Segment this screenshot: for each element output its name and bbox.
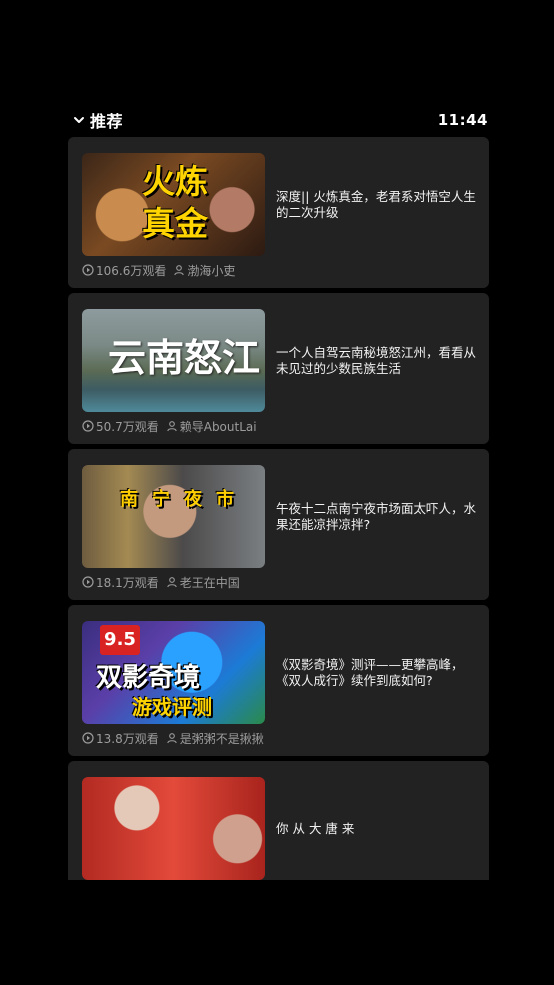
user-icon [166, 421, 177, 432]
video-thumbnail: 火炼真金 [82, 153, 265, 256]
play-count-icon [82, 420, 94, 432]
view-count: 18.1万观看 [96, 575, 159, 590]
user-icon [166, 733, 177, 744]
screen: 推荐 11:44 火炼真金 深度|| 火炼真金，老君系对悟空人生的二次升级 10… [0, 0, 554, 985]
chevron-down-icon [74, 117, 84, 123]
video-meta: 13.8万观看 是粥粥不是揪揪 [82, 730, 264, 746]
feed-title: 推荐 [90, 112, 124, 131]
video-list[interactable]: 火炼真金 深度|| 火炼真金，老君系对悟空人生的二次升级 106.6万观看 渤海… [68, 137, 489, 880]
view-count: 50.7万观看 [96, 419, 159, 434]
video-thumbnail: 9.5 双影奇境 游戏评测 [82, 621, 265, 724]
thumbnail-text: 云南怒江 [108, 335, 261, 380]
user-icon [174, 265, 185, 276]
view-count: 13.8万观看 [96, 731, 159, 746]
video-meta: 50.7万观看 赖导AboutLai [82, 418, 257, 434]
user-icon [166, 577, 177, 588]
play-count-icon [82, 576, 94, 588]
video-title: 一个人自驾云南秘境怒江州，看看从未见过的少数民族生活 [276, 344, 477, 376]
author-name[interactable]: 老王在中国 [180, 574, 240, 591]
video-card[interactable]: 你 从 大 唐 来 [68, 761, 489, 880]
play-count-icon [82, 732, 94, 744]
author-name[interactable]: 渤海小吏 [187, 262, 235, 279]
thumbnail-text: 火炼真金 [142, 162, 208, 243]
thumbnail-text: 南宁夜市 [120, 489, 248, 510]
thumbnail-score: 9.5 [100, 625, 140, 655]
video-card[interactable]: 9.5 双影奇境 游戏评测 《双影奇境》测评——更攀高峰，《双人成行》续作到底如… [68, 605, 489, 756]
video-thumbnail: 云南怒江 [82, 309, 265, 412]
video-thumbnail [82, 777, 265, 880]
feed-selector[interactable]: 推荐 [72, 108, 123, 132]
video-card[interactable]: 云南怒江 一个人自驾云南秘境怒江州，看看从未见过的少数民族生活 50.7万观看 … [68, 293, 489, 444]
video-title: 深度|| 火炼真金，老君系对悟空人生的二次升级 [276, 188, 476, 220]
video-card[interactable]: 南宁夜市 午夜十二点南宁夜市场面太吓人，水果还能凉拌凉拌? 18.1万观看 老王… [68, 449, 489, 600]
video-thumbnail: 南宁夜市 [82, 465, 265, 568]
video-title: 午夜十二点南宁夜市场面太吓人，水果还能凉拌凉拌? [276, 500, 477, 532]
video-meta: 106.6万观看 渤海小吏 [82, 262, 235, 278]
view-count: 106.6万观看 [96, 263, 167, 278]
clock: 11:44 [437, 111, 488, 129]
author-name[interactable]: 是粥粥不是揪揪 [180, 730, 264, 747]
author-name[interactable]: 赖导AboutLai [180, 418, 257, 435]
video-title: 《双影奇境》测评——更攀高峰，《双人成行》续作到底如何? [276, 656, 464, 688]
thumbnail-text: 双影奇境 [96, 663, 201, 693]
thumbnail-subtext: 游戏评测 [132, 695, 212, 719]
play-count-icon [82, 264, 94, 276]
video-title: 你 从 大 唐 来 [276, 820, 355, 836]
top-bar: 推荐 11:44 [72, 106, 488, 134]
video-card[interactable]: 火炼真金 深度|| 火炼真金，老君系对悟空人生的二次升级 106.6万观看 渤海… [68, 137, 489, 288]
video-meta: 18.1万观看 老王在中国 [82, 574, 240, 590]
